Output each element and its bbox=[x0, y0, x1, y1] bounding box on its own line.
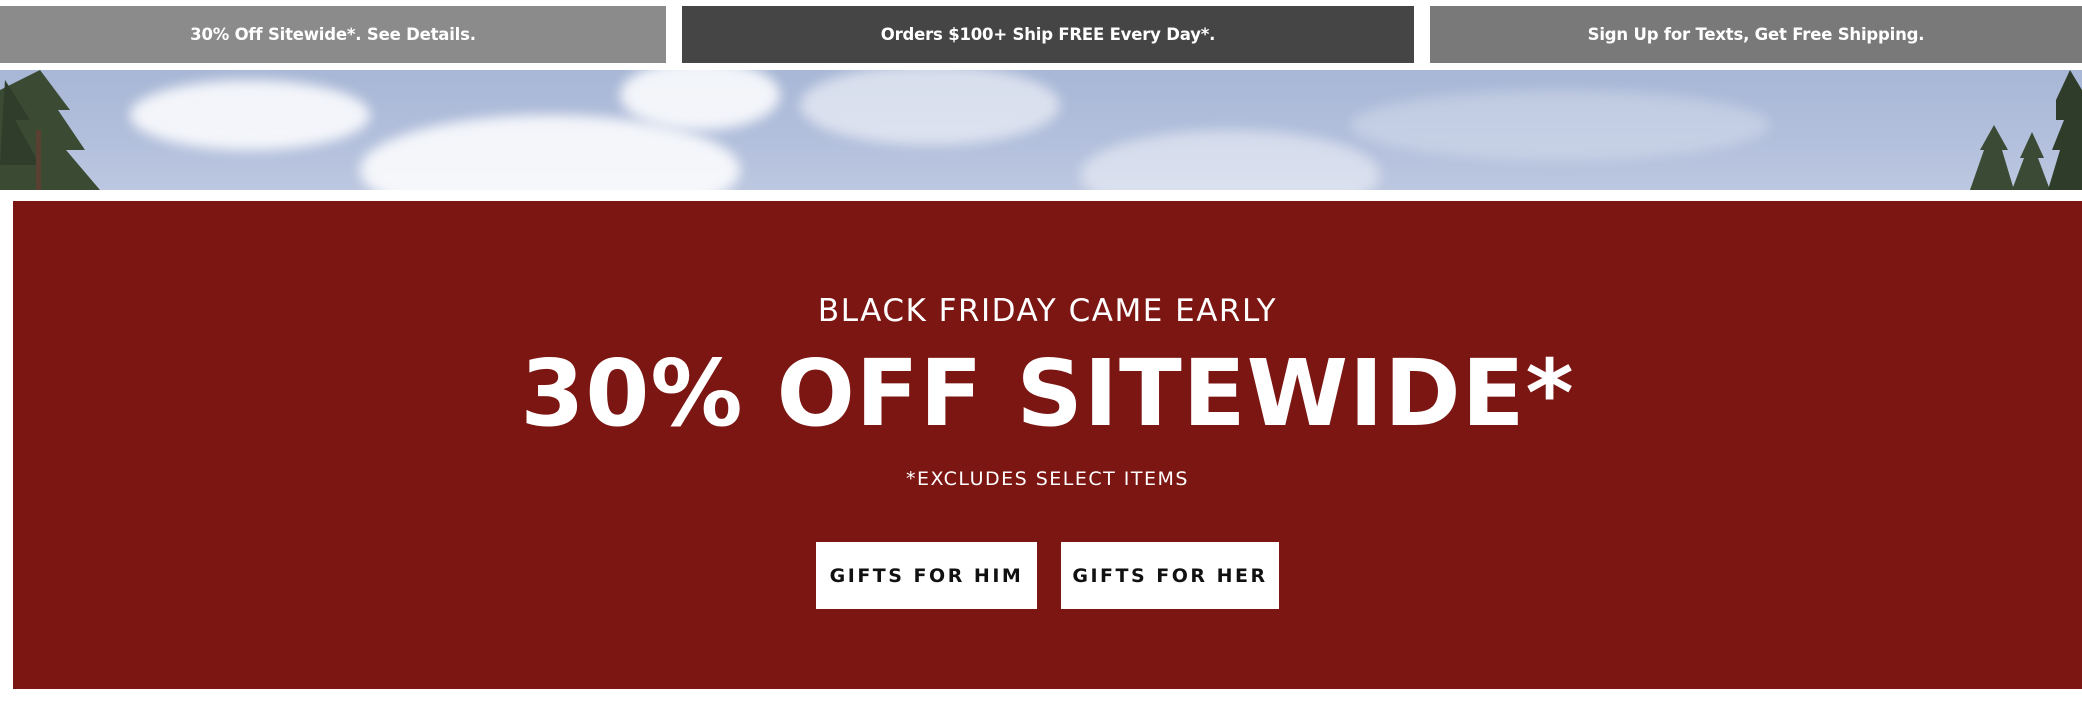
black-friday-banner: BLACK FRIDAY CAME EARLY 30% OFF SITEWIDE… bbox=[13, 201, 2082, 689]
hero-background-image bbox=[0, 70, 2082, 190]
promo-bar: 30% Off Sitewide*. See Details. Orders $… bbox=[0, 0, 2082, 70]
hero-frame: BLACK FRIDAY CAME EARLY 30% OFF SITEWIDE… bbox=[0, 190, 2082, 703]
gifts-for-her-button[interactable]: GIFTS FOR HER bbox=[1061, 542, 1279, 609]
pine-tree-left bbox=[0, 70, 100, 190]
banner-eyebrow: BLACK FRIDAY CAME EARLY bbox=[817, 293, 1278, 329]
promo-sitewide-discount-link[interactable]: 30% Off Sitewide*. See Details. bbox=[0, 6, 666, 63]
promo-free-shipping-link[interactable]: Orders $100+ Ship FREE Every Day*. bbox=[682, 6, 1414, 63]
banner-headline: 30% OFF SITEWIDE* bbox=[520, 340, 1575, 447]
pine-tree-right bbox=[1970, 70, 2082, 190]
banner-disclaimer: *EXCLUDES SELECT ITEMS bbox=[906, 468, 1189, 490]
gifts-for-him-button[interactable]: GIFTS FOR HIM bbox=[816, 542, 1037, 609]
promo-text-signup-link[interactable]: Sign Up for Texts, Get Free Shipping. bbox=[1430, 6, 2082, 63]
